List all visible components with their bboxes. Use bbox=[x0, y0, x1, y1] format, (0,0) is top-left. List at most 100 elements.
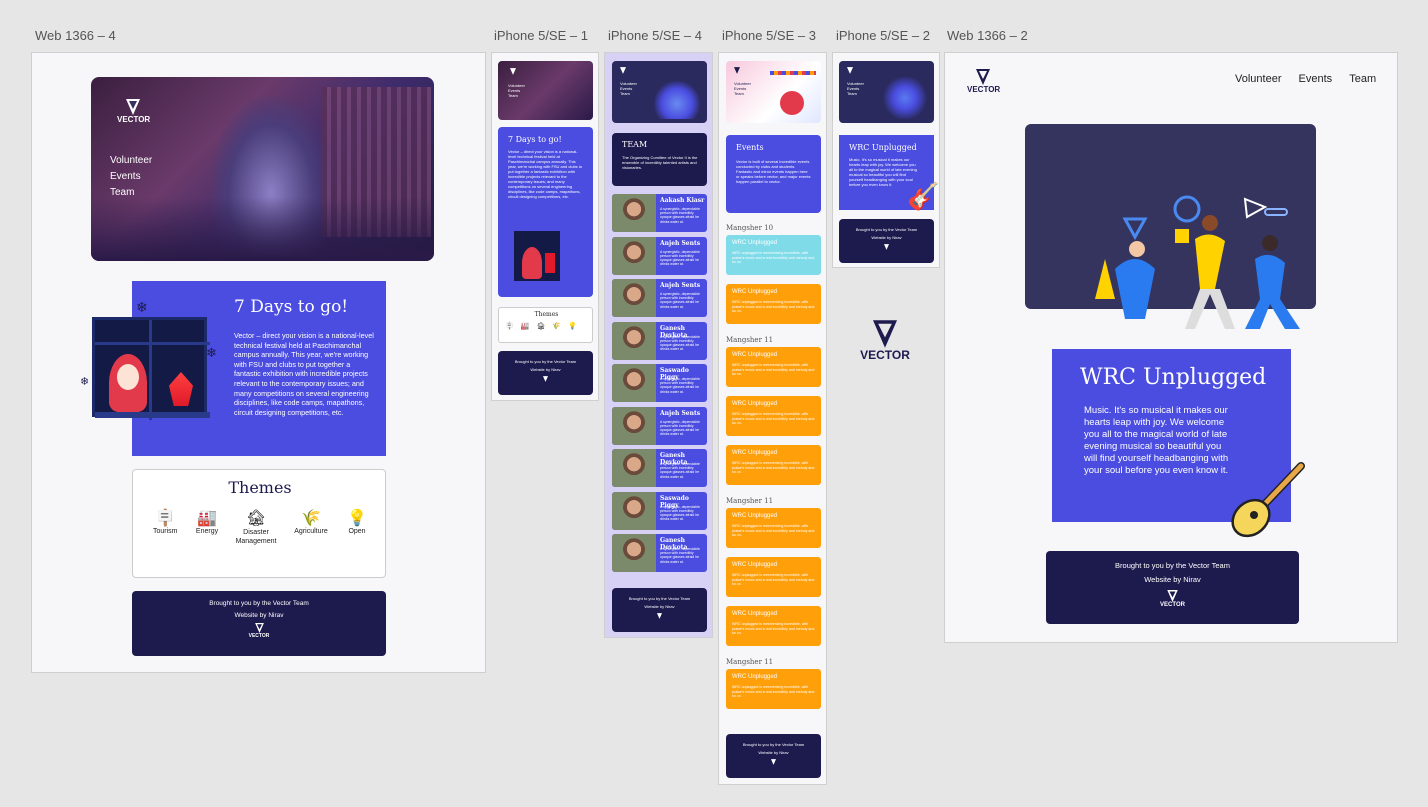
team-member-card[interactable]: Saswado Piggy A synergistic, dependable p… bbox=[612, 364, 707, 402]
avatar bbox=[612, 534, 656, 572]
theme-tourism[interactable]: 🪧 Tourism bbox=[153, 508, 178, 535]
snowflake-icon: ❄ bbox=[206, 345, 217, 360]
event-body: WRC unplugged is mesmerizing incredible,… bbox=[732, 363, 815, 377]
guitar-icon bbox=[1231, 462, 1305, 538]
theme-open[interactable]: 💡 Open bbox=[343, 508, 371, 535]
team-member-card[interactable]: Saswado Piggy A synergistic, dependable p… bbox=[612, 491, 707, 530]
nav-events[interactable]: Events bbox=[110, 169, 152, 185]
vector-logo-icon bbox=[510, 68, 516, 75]
avatar bbox=[612, 279, 656, 317]
artboard-label-web4: Web 1366 – 4 bbox=[35, 28, 116, 43]
nav-volunteer[interactable]: Volunteer bbox=[1235, 73, 1281, 85]
hero-image: Volunteer Events Team bbox=[839, 61, 934, 123]
disaster-icon: 🏚 bbox=[245, 510, 267, 527]
member-name: Anjeh Sents bbox=[660, 239, 701, 247]
event-title: WRC Unplugged bbox=[732, 513, 778, 519]
nav-volunteer[interactable]: Volunteer bbox=[110, 153, 152, 169]
event-card[interactable]: WRC Unplugged WRC unplugged is mesmerizin… bbox=[726, 606, 821, 646]
event-title: WRC Unplugged bbox=[732, 450, 778, 456]
member-blurb: A synergistic, dependable person with in… bbox=[660, 462, 700, 479]
unplugged-title: WRC Unplugged bbox=[1080, 365, 1267, 390]
dancers-illustration bbox=[1095, 195, 1300, 329]
team-member-card[interactable]: Aakash Kiasr A synergistic, dependable pe… bbox=[612, 194, 707, 232]
team-member-card[interactable]: Ganesh Devkota A synergistic, dependable … bbox=[612, 534, 707, 572]
event-body: WRC unplugged is mesmerizing incredible,… bbox=[732, 412, 815, 426]
avatar bbox=[612, 194, 656, 232]
artboard-label-web2: Web 1366 – 2 bbox=[947, 28, 1028, 43]
team-member-card[interactable]: Anjeh Sents A synergistic, dependable per… bbox=[612, 236, 707, 275]
theme-disaster[interactable]: 🏚 Disaster Management bbox=[229, 508, 283, 546]
artboard-ip3[interactable]: Volunteer Events Team Events Vector is b… bbox=[718, 52, 827, 785]
event-body: WRC unplugged is mesmerizing incredible,… bbox=[732, 685, 815, 699]
themes-title: Themes bbox=[228, 478, 292, 497]
event-card[interactable]: WRC Unplugged WRC unplugged is mesmerizin… bbox=[726, 445, 821, 485]
artboard-web4[interactable]: VECTOR Volunteer Events Team 7 Days to g… bbox=[31, 52, 486, 673]
event-card[interactable]: WRC Unplugged WRC unplugged is mesmerizin… bbox=[726, 396, 821, 436]
themes-card: Themes 🪧 Tourism 🏭 Energy 🏚 Disaster Man… bbox=[132, 469, 386, 578]
artboard-web2[interactable]: VECTOR Volunteer Events Team WRC Unplugg… bbox=[944, 52, 1398, 643]
artboard-label-ip4: iPhone 5/SE – 4 bbox=[608, 28, 702, 43]
window-illustration bbox=[514, 231, 560, 281]
member-blurb: A synergistic, dependable person with in… bbox=[660, 377, 700, 394]
member-blurb: A synergistic, dependable person with in… bbox=[660, 504, 700, 522]
event-title: WRC Unplugged bbox=[732, 240, 778, 246]
artboard-label-ip1: iPhone 5/SE – 1 bbox=[494, 28, 588, 43]
team-member-card[interactable]: Anjeh Sents A synergistic, dependable per… bbox=[612, 406, 707, 445]
event-card[interactable]: WRC Unplugged WRC unplugged is mesmerizin… bbox=[726, 508, 821, 548]
guitar-icon: 🎸 bbox=[907, 181, 940, 211]
event-card[interactable]: WRC Unplugged WRC unplugged is mesmerizin… bbox=[726, 347, 821, 387]
nav-team[interactable]: Team bbox=[110, 185, 152, 201]
member-name: Anjeh Sents bbox=[660, 409, 701, 417]
event-title: WRC Unplugged bbox=[732, 611, 778, 617]
nav-events[interactable]: Events bbox=[1299, 73, 1333, 85]
event-card[interactable]: WRC Unplugged WRC unplugged is mesmerizin… bbox=[726, 235, 821, 275]
logo[interactable]: VECTOR bbox=[117, 99, 150, 124]
theme-energy[interactable]: 🏭 Energy bbox=[193, 508, 221, 535]
hero-image: VECTOR Volunteer Events Team bbox=[91, 77, 434, 261]
events-list: Mangsher 10 WRC Unplugged WRC unplugged is… bbox=[726, 221, 821, 718]
event-card[interactable]: WRC Unplugged WRC unplugged is mesmerizin… bbox=[726, 669, 821, 709]
event-title: WRC Unplugged bbox=[732, 401, 778, 407]
avatar bbox=[612, 491, 656, 530]
event-card[interactable]: WRC Unplugged WRC unplugged is mesmerizin… bbox=[726, 557, 821, 597]
vector-logo-icon bbox=[884, 244, 889, 250]
footer: Brought to you by the Vector Team Websit… bbox=[1046, 551, 1299, 624]
artboard-ip2[interactable]: Volunteer Events Team WRC Unplugged Musi… bbox=[832, 52, 940, 268]
vector-logo-icon bbox=[771, 759, 776, 765]
team-card: TEAM The Organizing Comittee of Vector I… bbox=[612, 133, 707, 186]
event-title: WRC Unplugged bbox=[732, 289, 778, 295]
hero-nav: Volunteer Events Team bbox=[110, 153, 152, 201]
event-card[interactable]: WRC Unplugged WRC unplugged is mesmerizin… bbox=[726, 284, 821, 324]
footer: Brought to you by the Vector Team Websit… bbox=[498, 351, 593, 395]
artboard-ip1[interactable]: Volunteer Events Team 7 Days to go! Vect… bbox=[491, 52, 599, 401]
avatar bbox=[612, 321, 656, 360]
footer: Brought to you by the Vector Team Websit… bbox=[839, 219, 934, 263]
vector-logo-icon bbox=[873, 320, 897, 348]
team-member-card[interactable]: Anjeh Sents A synergistic, dependable per… bbox=[612, 279, 707, 317]
member-name: Aakash Kiasr bbox=[660, 197, 705, 204]
member-blurb: A synergistic, dependable person with in… bbox=[660, 249, 700, 267]
event-title: WRC Unplugged bbox=[732, 674, 778, 680]
event-body: WRC unplugged is mesmerizing incredible,… bbox=[732, 300, 815, 314]
artboard-label-ip2: iPhone 5/SE – 2 bbox=[836, 28, 930, 43]
theme-icons: 🪧🏭🏚🌾💡 bbox=[505, 323, 584, 330]
vector-logo-icon bbox=[657, 613, 662, 619]
event-date: Mangsher 10 bbox=[726, 224, 774, 232]
vector-logo-icon bbox=[543, 376, 548, 382]
agriculture-icon: 🌾 bbox=[301, 510, 321, 527]
member-blurb: A synergistic, dependable person with in… bbox=[660, 419, 700, 437]
artboard-ip4[interactable]: Volunteer Events Team TEAM The Organizin… bbox=[604, 52, 713, 638]
team-member-card[interactable]: Ganesh Devkota A synergistic, dependable … bbox=[612, 449, 707, 487]
event-body: WRC unplugged is mesmerizing incredible,… bbox=[732, 524, 815, 538]
team-member-card[interactable]: Ganesh Devkota A synergistic, dependable … bbox=[612, 321, 707, 360]
event-body: WRC unplugged is mesmerizing incredible,… bbox=[732, 573, 815, 587]
nav-team[interactable]: Team bbox=[1349, 73, 1376, 85]
snowflake-icon: ❄ bbox=[136, 299, 148, 315]
theme-agriculture[interactable]: 🌾 Agriculture bbox=[291, 508, 331, 535]
countdown-card: 7 Days to go! Vector – direct your visio… bbox=[498, 127, 593, 297]
logo[interactable]: VECTOR bbox=[967, 69, 1000, 94]
event-title: WRC Unplugged bbox=[732, 562, 778, 568]
event-title: WRC Unplugged bbox=[732, 352, 778, 358]
member-name: Anjeh Sents bbox=[660, 282, 701, 289]
signpost-icon: 🪧 bbox=[155, 510, 175, 527]
